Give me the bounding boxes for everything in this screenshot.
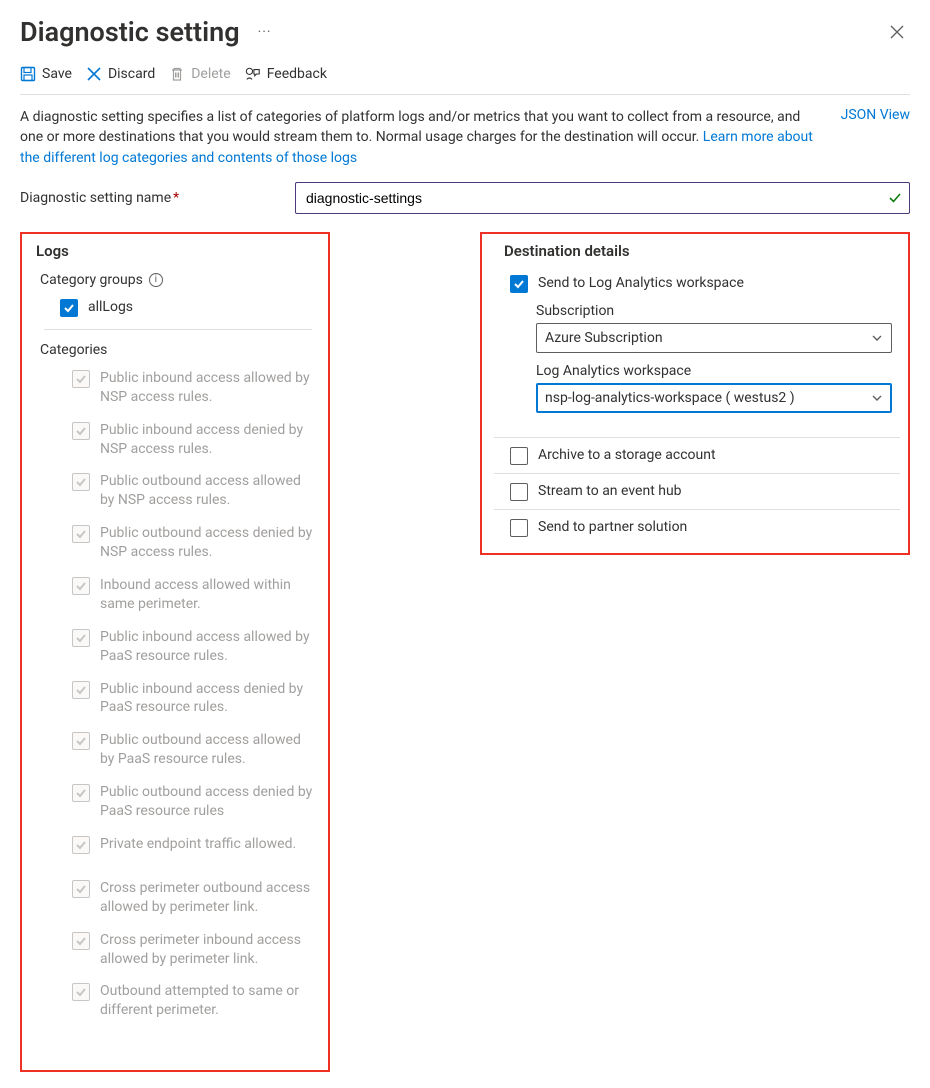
category-row: Cross perimeter outbound access allowed …: [26, 872, 324, 924]
partner-label: Send to partner solution: [538, 519, 687, 535]
chevron-down-icon: [871, 332, 883, 344]
category-checkbox[interactable]: [72, 732, 90, 750]
category-checkbox[interactable]: [72, 880, 90, 898]
page-title: Diagnostic setting: [20, 16, 240, 48]
feedback-button[interactable]: Feedback: [245, 66, 327, 82]
discard-button[interactable]: Discard: [86, 66, 155, 82]
category-checkbox[interactable]: [72, 422, 90, 440]
category-groups-label: Category groups i: [26, 266, 324, 292]
category-row: Private endpoint traffic allowed.: [26, 828, 324, 872]
category-label: Public outbound access allowed by NSP ac…: [100, 472, 316, 510]
category-row: Public outbound access allowed by NSP ac…: [26, 465, 324, 517]
send-law-checkbox[interactable]: [510, 275, 528, 293]
category-row: Public inbound access allowed by NSP acc…: [26, 362, 324, 414]
setting-name-label: Diagnostic setting name*: [20, 190, 295, 206]
law-value: nsp-log-analytics-workspace ( westus2 ): [545, 390, 795, 406]
destination-title: Destination details: [494, 240, 900, 266]
setting-name-input[interactable]: [295, 182, 910, 214]
subscription-value: Azure Subscription: [545, 330, 663, 346]
ellipsis-icon[interactable]: ···: [258, 24, 272, 40]
category-label: Public inbound access denied by PaaS res…: [100, 680, 316, 718]
feedback-icon: [245, 66, 261, 82]
category-label: Public inbound access allowed by PaaS re…: [100, 628, 316, 666]
category-row: Public outbound access denied by NSP acc…: [26, 517, 324, 569]
logs-title: Logs: [26, 240, 324, 266]
law-select[interactable]: nsp-log-analytics-workspace ( westus2 ): [536, 383, 892, 413]
description-text: A diagnostic setting specifies a list of…: [20, 107, 821, 168]
json-view-link[interactable]: JSON View: [841, 107, 910, 123]
save-icon: [20, 66, 36, 82]
archive-checkbox[interactable]: [510, 447, 528, 465]
category-label: Private endpoint traffic allowed.: [100, 835, 296, 854]
category-checkbox[interactable]: [72, 577, 90, 595]
feedback-label: Feedback: [267, 66, 327, 82]
category-row: Public inbound access denied by NSP acce…: [26, 414, 324, 466]
delete-button: Delete: [169, 66, 230, 82]
category-checkbox[interactable]: [72, 473, 90, 491]
law-label: Log Analytics workspace: [536, 363, 892, 379]
category-label: Inbound access allowed within same perim…: [100, 576, 316, 614]
category-label: Public inbound access denied by NSP acce…: [100, 421, 316, 459]
category-checkbox[interactable]: [72, 983, 90, 1001]
category-checkbox[interactable]: [72, 932, 90, 950]
save-label: Save: [42, 66, 72, 82]
logs-panel: Logs Category groups i allLogs Categorie…: [20, 232, 330, 1072]
delete-icon: [169, 66, 185, 82]
category-row: Public outbound access allowed by PaaS r…: [26, 724, 324, 776]
discard-icon: [86, 66, 102, 82]
category-checkbox[interactable]: [72, 681, 90, 699]
category-label: Outbound attempted to same or different …: [100, 982, 316, 1020]
category-row: Public inbound access denied by PaaS res…: [26, 673, 324, 725]
archive-label: Archive to a storage account: [538, 447, 716, 463]
category-checkbox[interactable]: [72, 525, 90, 543]
discard-label: Discard: [108, 66, 155, 82]
category-label: Cross perimeter outbound access allowed …: [100, 879, 316, 917]
alllogs-checkbox[interactable]: [60, 299, 78, 317]
eventhub-checkbox[interactable]: [510, 483, 528, 501]
partner-checkbox[interactable]: [510, 519, 528, 537]
eventhub-label: Stream to an event hub: [538, 483, 682, 499]
save-button[interactable]: Save: [20, 66, 72, 82]
category-label: Public inbound access allowed by NSP acc…: [100, 369, 316, 407]
category-checkbox[interactable]: [72, 629, 90, 647]
category-row: Inbound access allowed within same perim…: [26, 569, 324, 621]
category-label: Cross perimeter inbound access allowed b…: [100, 931, 316, 969]
categories-label: Categories: [26, 334, 324, 362]
category-row: Outbound attempted to same or different …: [26, 975, 324, 1027]
toolbar: Save Discard Delete Feedback: [20, 58, 910, 95]
subscription-select[interactable]: Azure Subscription: [536, 323, 892, 353]
category-label: Public outbound access denied by NSP acc…: [100, 524, 316, 562]
category-row: Public outbound access denied by PaaS re…: [26, 776, 324, 828]
close-icon[interactable]: [884, 21, 910, 43]
category-row: Public inbound access allowed by PaaS re…: [26, 621, 324, 673]
category-checkbox[interactable]: [72, 836, 90, 854]
send-law-label: Send to Log Analytics workspace: [538, 275, 744, 291]
alllogs-label: allLogs: [88, 298, 133, 317]
valid-check-icon: [888, 191, 902, 205]
chevron-down-icon: [871, 392, 883, 404]
category-checkbox[interactable]: [72, 784, 90, 802]
info-icon[interactable]: i: [149, 273, 163, 287]
subscription-label: Subscription: [536, 303, 892, 319]
required-star-icon: *: [173, 190, 179, 206]
destination-panel: Destination details Send to Log Analytic…: [480, 232, 910, 555]
delete-label: Delete: [191, 66, 230, 82]
category-checkbox[interactable]: [72, 370, 90, 388]
category-label: Public outbound access allowed by PaaS r…: [100, 731, 316, 769]
divider: [44, 329, 312, 330]
category-label: Public outbound access denied by PaaS re…: [100, 783, 316, 821]
category-row: Cross perimeter inbound access allowed b…: [26, 924, 324, 976]
